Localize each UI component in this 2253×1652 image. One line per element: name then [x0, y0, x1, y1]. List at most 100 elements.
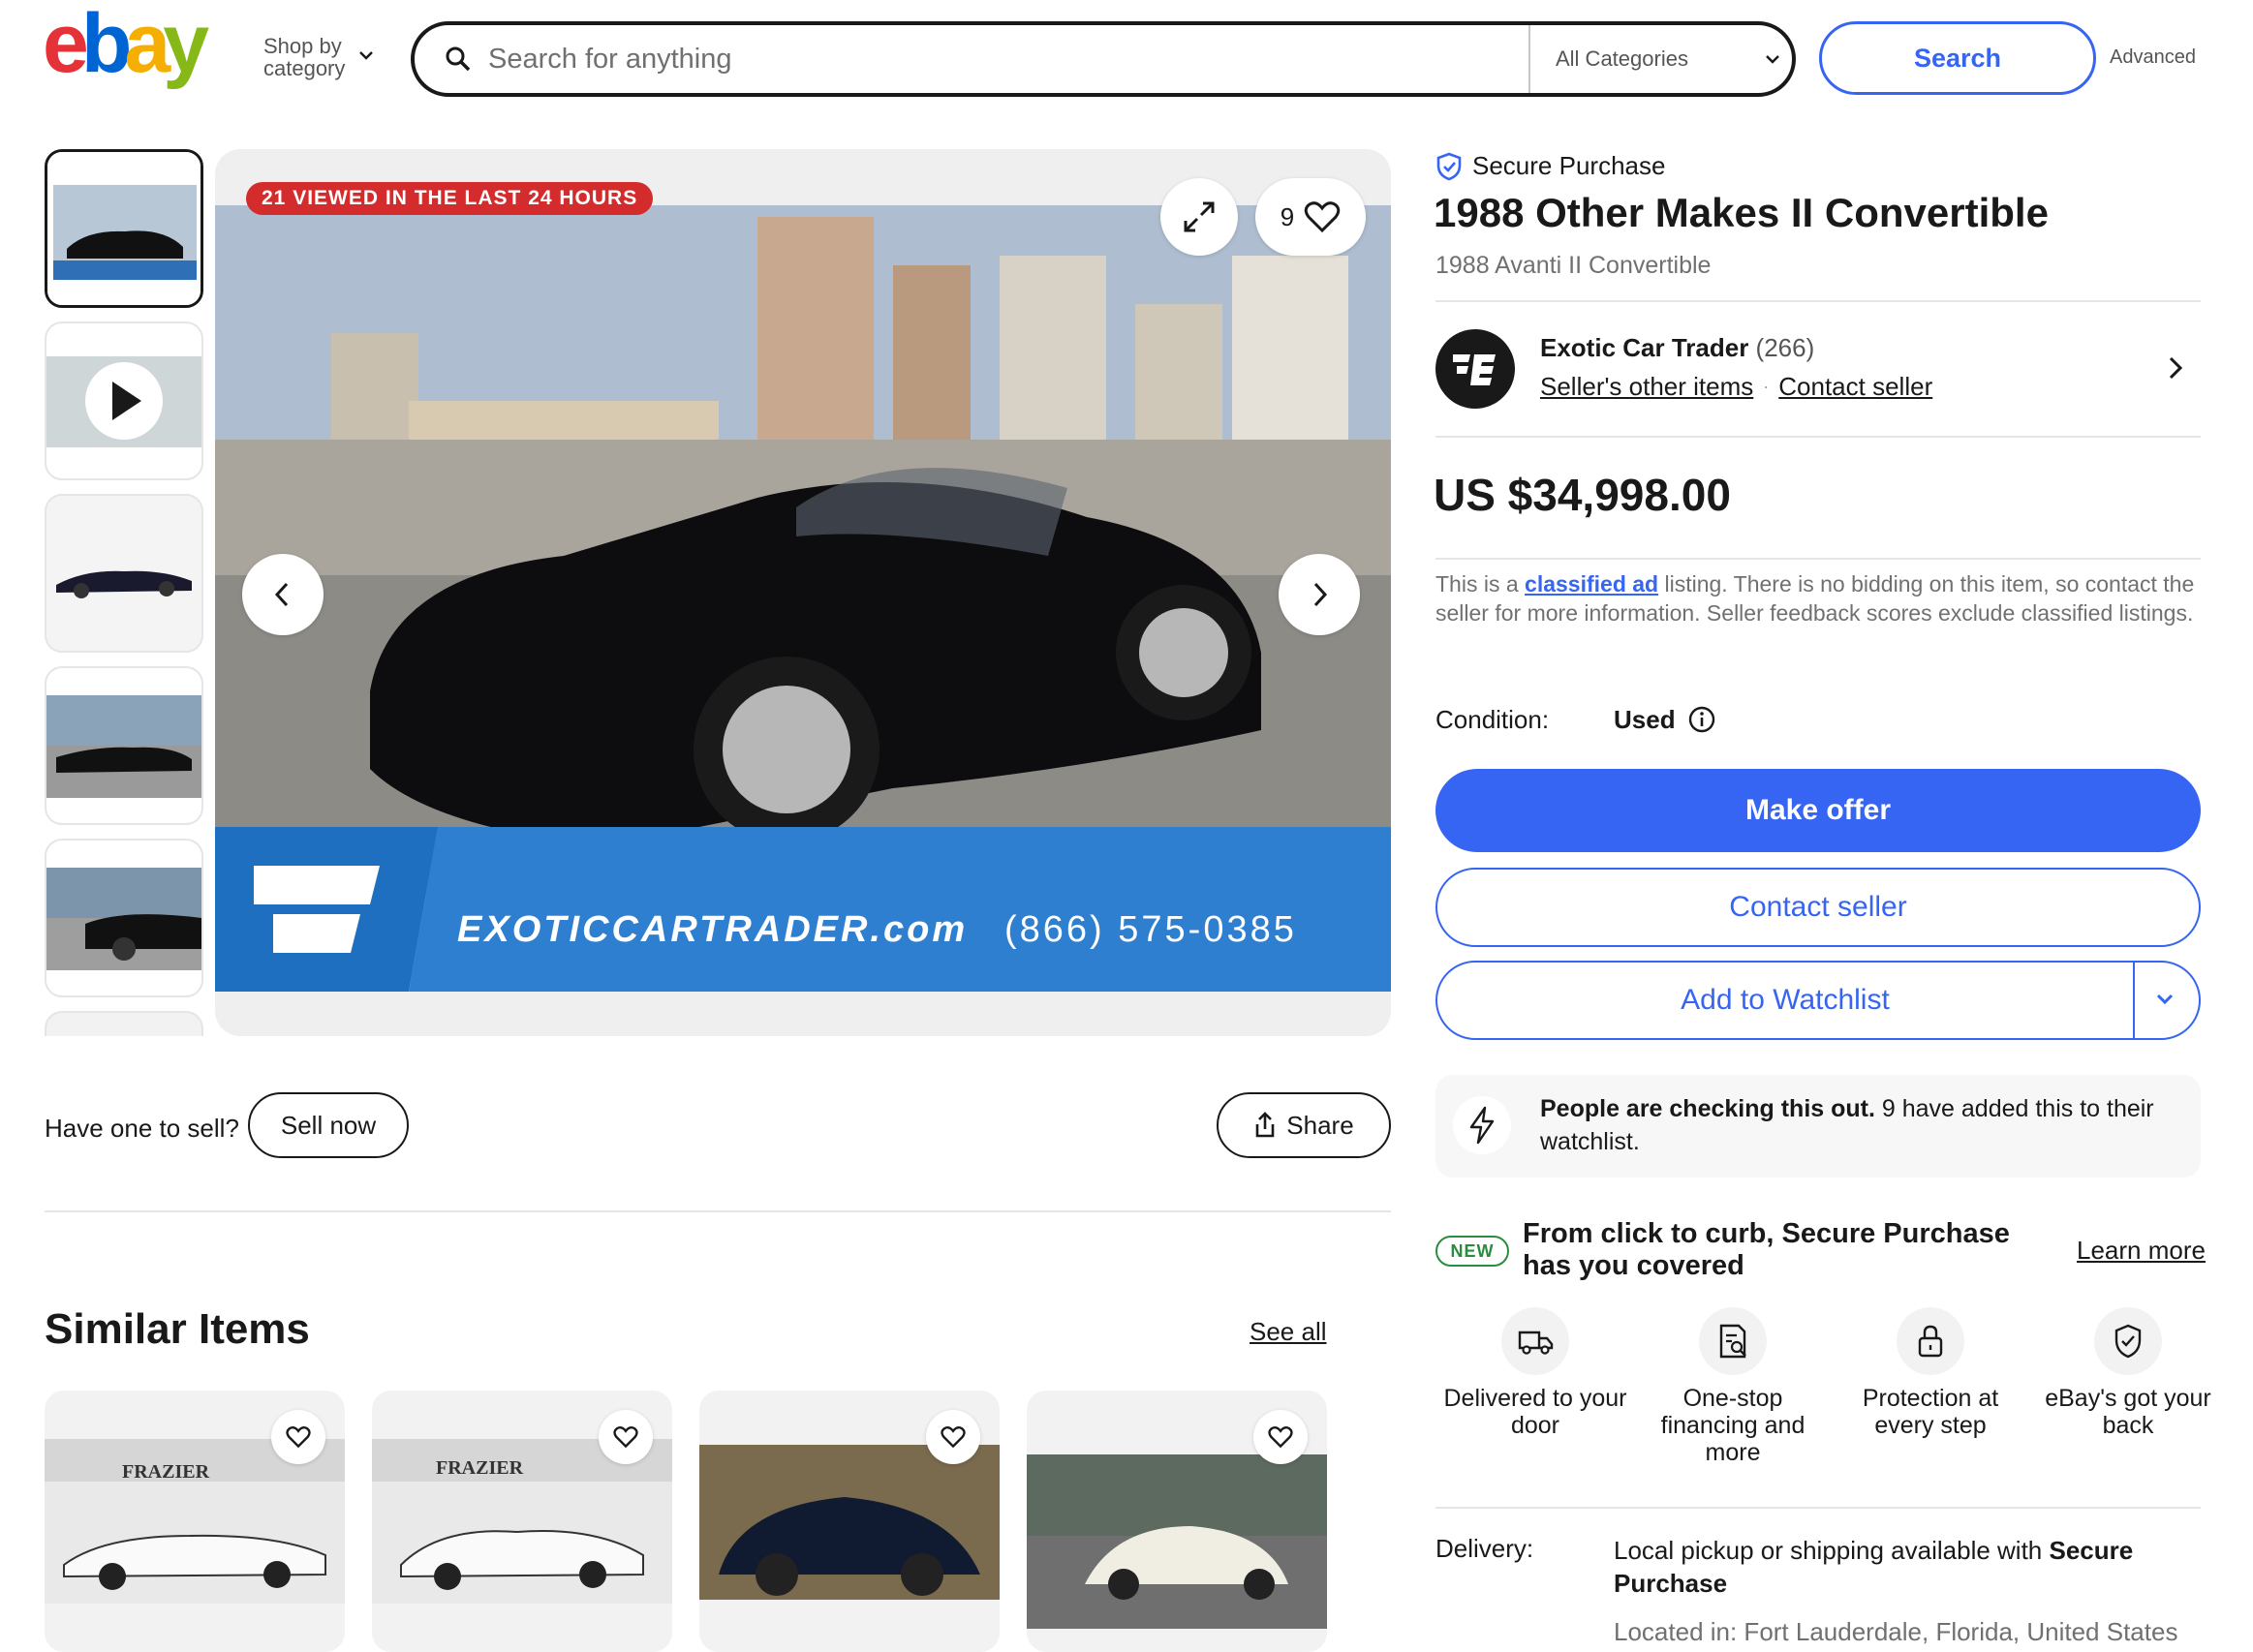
link-separator: · [1763, 377, 1770, 396]
sim-brand-text: FRAZIER [436, 1457, 524, 1479]
shop-by-line2: category [263, 56, 346, 80]
similar-items-heading: Similar Items [45, 1305, 310, 1353]
watch-count-button[interactable]: 9 [1255, 178, 1366, 256]
condition-value: Used [1614, 705, 1676, 734]
truck-icon [1501, 1307, 1569, 1375]
main-product-image[interactable]: EXOTICCARTRADER.com (866) 575-0385 [215, 149, 1391, 1036]
chevron-down-icon[interactable] [2154, 992, 2176, 1007]
secure-purchase-text: Secure Purchase [1472, 151, 1666, 180]
expand-button[interactable] [1160, 178, 1238, 256]
chevron-down-icon[interactable] [356, 48, 376, 62]
seller-name[interactable]: Exotic Car Trader [1540, 333, 1748, 362]
chevron-down-icon[interactable] [1763, 52, 1782, 66]
viewed-badge: 21 VIEWED IN THE LAST 24 HOURS [246, 182, 654, 215]
learn-more-link[interactable]: Learn more [2077, 1236, 2206, 1266]
watchlist-button-group: Add to Watchlist [1435, 961, 2201, 1040]
feature-label: One-stop financing and more [1660, 1385, 1805, 1466]
divider [1435, 558, 2201, 560]
share-button[interactable]: Share [1217, 1092, 1391, 1158]
heart-icon [286, 1426, 311, 1449]
contact-seller-button[interactable]: Contact seller [1435, 868, 2201, 947]
condition-label: Condition: [1435, 705, 1550, 734]
seller-feedback: (266) [1755, 333, 1815, 362]
watch-heart-button[interactable] [926, 1410, 980, 1464]
thumbnail-1[interactable] [45, 149, 203, 308]
item-location: Located in: Fort Lauderdale, Florida, Un… [1614, 1617, 2178, 1646]
chevron-right-icon [1313, 582, 1328, 607]
logo-letter-e: e [43, 8, 86, 90]
share-icon [1255, 1112, 1275, 1138]
search-icon [446, 46, 471, 72]
heart-icon [1268, 1426, 1293, 1449]
secure-purchase-heading: From click to curb, Secure Purchase has … [1523, 1218, 2010, 1281]
contact-seller-link[interactable]: Contact seller [1778, 372, 1932, 402]
watchers-notice: People are checking this out. 9 have add… [1435, 1075, 2201, 1178]
similar-item-card[interactable] [1027, 1391, 1327, 1652]
shop-by-category[interactable]: Shop by category [263, 35, 345, 79]
shield-check-icon [1436, 152, 1462, 180]
watch-heart-button[interactable] [1253, 1410, 1308, 1464]
thumbnail-video[interactable] [45, 321, 203, 480]
listing-subtitle: 1988 Avanti II Convertible [1435, 252, 1712, 279]
have-one-to-sell: Have one to sell? [45, 1114, 239, 1143]
feature-protection: Protection at every step [1834, 1307, 2027, 1439]
next-image-button[interactable] [1279, 554, 1360, 635]
lock-icon [1897, 1307, 1964, 1375]
category-select[interactable]: All Categories [1556, 46, 1688, 72]
chevron-left-icon [274, 582, 289, 607]
delivery-pre: Local pickup or shipping available with [1614, 1536, 2050, 1565]
advanced-search-link[interactable]: Advanced [2110, 46, 2196, 69]
new-badge: NEW [1435, 1236, 1509, 1267]
watch-heart-button[interactable] [599, 1410, 653, 1464]
heart-icon [941, 1426, 966, 1449]
info-icon[interactable] [1687, 705, 1716, 734]
svg-text:ebay: ebay [43, 8, 209, 90]
seller-links: Seller's other items · Contact seller [1540, 372, 1932, 402]
delivery-label: Delivery: [1435, 1534, 1534, 1563]
classified-pre: This is a [1435, 571, 1526, 597]
secure-purchase-label: Secure Purchase [1435, 151, 1665, 181]
banner-site-text: EXOTICCARTRADER.com [457, 909, 968, 950]
feature-financing: One-stop financing and more [1636, 1307, 1830, 1466]
thumbnail-6[interactable] [45, 1011, 203, 1036]
divider [1435, 1507, 2201, 1509]
thumbnail-5[interactable] [45, 839, 203, 997]
delivery-text: Local pickup or shipping available with … [1614, 1534, 2195, 1600]
search-button[interactable]: Search [1819, 21, 2096, 95]
feature-label: eBay's got your back [2045, 1385, 2211, 1439]
feature-label: Protection at every step [1862, 1385, 1999, 1439]
search-input[interactable] [488, 37, 1457, 81]
thumbnail-4[interactable] [45, 666, 203, 825]
sim-brand-text: FRAZIER [122, 1461, 210, 1483]
share-label: Share [1286, 1110, 1354, 1140]
make-offer-button[interactable]: Make offer [1435, 769, 2201, 852]
document-search-icon [1699, 1307, 1767, 1375]
listing-title: 1988 Other Makes II Convertible [1434, 190, 2049, 235]
see-all-link[interactable]: See all [1250, 1317, 1327, 1347]
chevron-right-icon[interactable] [2166, 352, 2185, 383]
heart-icon [1304, 201, 1341, 233]
similar-item-card[interactable]: FRAZIER [45, 1391, 345, 1652]
feature-guarantee: eBay's got your back [2031, 1307, 2225, 1439]
seller-info: Exotic Car Trader (266) [1540, 333, 1814, 363]
similar-item-card[interactable]: FRAZIER [372, 1391, 672, 1652]
seller-avatar[interactable] [1435, 329, 1515, 409]
watch-heart-button[interactable] [271, 1410, 325, 1464]
seller-other-items-link[interactable]: Seller's other items [1540, 372, 1753, 402]
lightning-icon [1453, 1096, 1511, 1154]
shield-check-icon [2094, 1307, 2162, 1375]
feature-label: Delivered to your door [1443, 1385, 1627, 1439]
search-bar: All Categories [411, 21, 1796, 97]
prev-image-button[interactable] [242, 554, 324, 635]
similar-item-card[interactable] [699, 1391, 1000, 1652]
add-to-watchlist-button[interactable]: Add to Watchlist [1437, 963, 2133, 1038]
watchlist-divider [2133, 963, 2135, 1038]
divider [1435, 300, 2201, 302]
classified-ad-link[interactable]: classified ad [1525, 571, 1658, 597]
divider [45, 1210, 1391, 1212]
thumbnail-3[interactable] [45, 494, 203, 653]
shop-by-line1: Shop by [263, 34, 342, 58]
ebay-logo[interactable]: ebay [43, 0, 246, 95]
sell-now-button[interactable]: Sell now [248, 1092, 409, 1158]
logo-letter-b: b [81, 8, 129, 90]
